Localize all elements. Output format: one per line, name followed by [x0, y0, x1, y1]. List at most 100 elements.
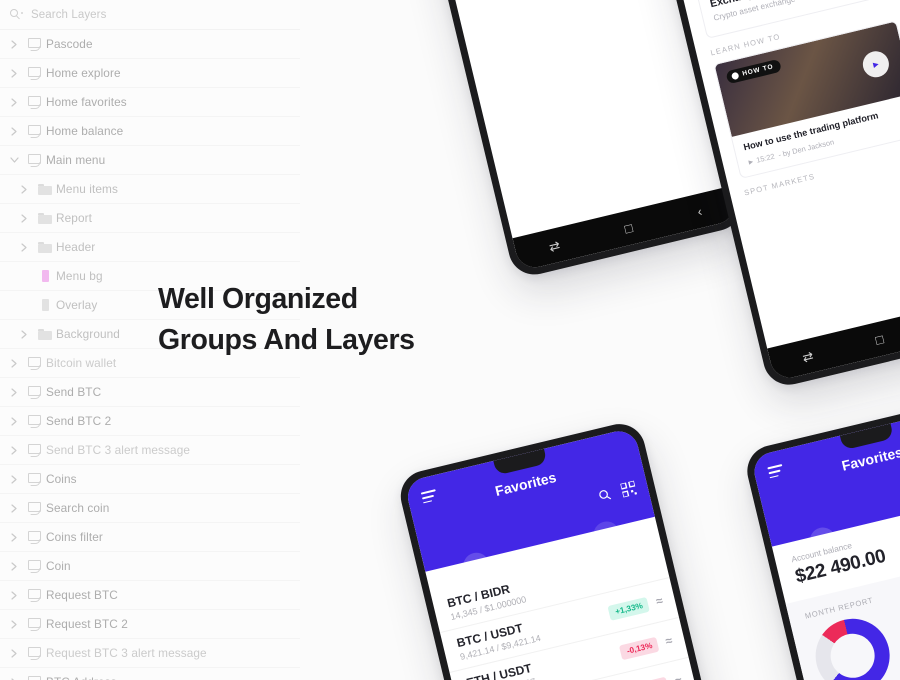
- recents-icon[interactable]: ⇄: [547, 237, 561, 254]
- layer-row[interactable]: Coins: [0, 465, 300, 494]
- artboard-icon: [27, 617, 43, 631]
- sparkline-icon: ≈: [674, 673, 684, 680]
- layer-row[interactable]: Menu items: [0, 175, 300, 204]
- chevron-right-icon[interactable]: [4, 619, 24, 629]
- phone-balance: Favorites ➜ ❤ ■ Account balance $22 490.…: [742, 393, 900, 680]
- headline-line-1: Well Organized: [158, 283, 358, 315]
- artboard-icon: [27, 385, 43, 399]
- chevron-down-icon[interactable]: [4, 157, 24, 163]
- artboard-icon: [27, 124, 43, 138]
- layer-row[interactable]: Report: [0, 204, 300, 233]
- qr-code-icon[interactable]: [620, 480, 638, 498]
- home-icon[interactable]: □: [874, 331, 885, 347]
- layer-name: Request BTC: [46, 588, 118, 602]
- layer-name: Menu items: [56, 182, 118, 196]
- artboard-icon: [27, 66, 43, 80]
- layer-row[interactable]: Pascode: [0, 30, 300, 59]
- favorites-screen: Favorites ➜ ❤ ■ BTC / BIDR 14,345 / $1.0…: [403, 427, 747, 680]
- chevron-right-icon[interactable]: [4, 445, 24, 455]
- artboard-icon: [27, 530, 43, 544]
- artboard-icon: [27, 153, 43, 167]
- layer-name: Home balance: [46, 124, 124, 138]
- change-badge: +1,33%: [607, 596, 651, 621]
- phone-favorites: Favorites ➜ ❤ ■ BTC / BIDR 14,345 / $1.0…: [395, 418, 756, 680]
- layer-row[interactable]: Request BTC 3 alert message: [0, 639, 300, 668]
- android-navbar: ⇄ □ ‹: [767, 298, 900, 382]
- layer-row[interactable]: Home explore: [0, 59, 300, 88]
- layer-name: Send BTC 3 alert message: [46, 443, 191, 457]
- chevron-right-icon[interactable]: [14, 184, 34, 194]
- layer-name: BTC Address: [46, 675, 117, 680]
- chevron-right-icon[interactable]: [4, 387, 24, 397]
- chevron-right-icon[interactable]: [14, 329, 34, 339]
- artboard-icon: [27, 559, 43, 573]
- folder-icon: [38, 328, 52, 340]
- layer-row[interactable]: Request BTC: [0, 581, 300, 610]
- recents-icon[interactable]: ⇄: [801, 348, 815, 365]
- layer-name: Search coin: [46, 501, 110, 515]
- layer-name: Header: [56, 240, 96, 254]
- rectangle-layer-icon: [41, 270, 49, 282]
- chevron-right-icon[interactable]: [4, 590, 24, 600]
- search-icon[interactable]: [597, 487, 613, 503]
- layer-row[interactable]: Coin: [0, 552, 300, 581]
- layer-row[interactable]: Send BTC: [0, 378, 300, 407]
- layer-name: Request BTC 2: [46, 617, 128, 631]
- page-title: Well Organized Groups And Layers: [158, 279, 415, 361]
- chevron-right-icon[interactable]: [4, 126, 24, 136]
- layer-row[interactable]: Send BTC 3 alert message: [0, 436, 300, 465]
- layer-name: Send BTC: [46, 385, 102, 399]
- howto-badge: HOW TO: [725, 58, 782, 85]
- change-badge: -0,13%: [619, 636, 660, 660]
- layer-row[interactable]: Coins filter: [0, 523, 300, 552]
- search-layers-row[interactable]: Search Layers: [0, 0, 300, 30]
- back-icon[interactable]: ‹: [696, 203, 704, 219]
- layer-name: Coins: [46, 472, 77, 486]
- layer-name: Report: [56, 211, 93, 225]
- layer-name: Overlay: [56, 298, 98, 312]
- layer-name: Background: [56, 327, 120, 341]
- donut-chart: [808, 611, 898, 680]
- android-navbar: ⇄ □ ‹: [512, 185, 739, 272]
- layer-name: Coins filter: [46, 530, 103, 544]
- search-input[interactable]: Search Layers: [31, 9, 106, 21]
- layer-row[interactable]: Home favorites: [0, 88, 300, 117]
- chevron-right-icon[interactable]: [4, 648, 24, 658]
- chevron-right-icon[interactable]: [4, 97, 24, 107]
- artboard-icon: [27, 414, 43, 428]
- layer-row[interactable]: Home balance: [0, 117, 300, 146]
- layer-row[interactable]: Request BTC 2: [0, 610, 300, 639]
- chevron-right-icon[interactable]: [4, 39, 24, 49]
- header-actions: [597, 480, 638, 503]
- chevron-right-icon[interactable]: [4, 561, 24, 571]
- artboard-icon: [27, 675, 43, 680]
- play-icon[interactable]: ►: [860, 48, 892, 81]
- artboard-icon: [27, 356, 43, 370]
- chevron-right-icon[interactable]: [14, 213, 34, 223]
- sparkline-icon: ≈: [664, 633, 674, 649]
- chevron-right-icon[interactable]: [4, 474, 24, 484]
- home-icon[interactable]: □: [623, 220, 634, 236]
- chevron-right-icon[interactable]: [14, 242, 34, 252]
- layer-row[interactable]: BTC Address: [0, 668, 300, 680]
- sparkline-icon: ≈: [654, 593, 665, 609]
- artboard-icon: [27, 588, 43, 602]
- balance-screen: Favorites ➜ ❤ ■ Account balance $22 490.…: [750, 402, 900, 680]
- layer-row[interactable]: Send BTC 2: [0, 407, 300, 436]
- layer-row[interactable]: Search coin: [0, 494, 300, 523]
- chevron-right-icon[interactable]: [4, 503, 24, 513]
- layer-name: Home explore: [46, 66, 121, 80]
- layer-row[interactable]: Main menu: [0, 146, 300, 175]
- rectangle-layer-icon: [41, 299, 49, 311]
- chevron-right-icon[interactable]: [4, 68, 24, 78]
- layer-name: Request BTC 3 alert message: [46, 646, 207, 660]
- change-badge: -0,27%: [628, 676, 670, 680]
- artboard-icon: [27, 37, 43, 51]
- chevron-right-icon[interactable]: [4, 416, 24, 426]
- layer-name: Send BTC 2: [46, 414, 112, 428]
- layer-row[interactable]: Header: [0, 233, 300, 262]
- layer-name: Pascode: [46, 37, 93, 51]
- chevron-right-icon[interactable]: [4, 358, 24, 368]
- chevron-right-icon[interactable]: [4, 532, 24, 542]
- artboard-icon: [27, 472, 43, 486]
